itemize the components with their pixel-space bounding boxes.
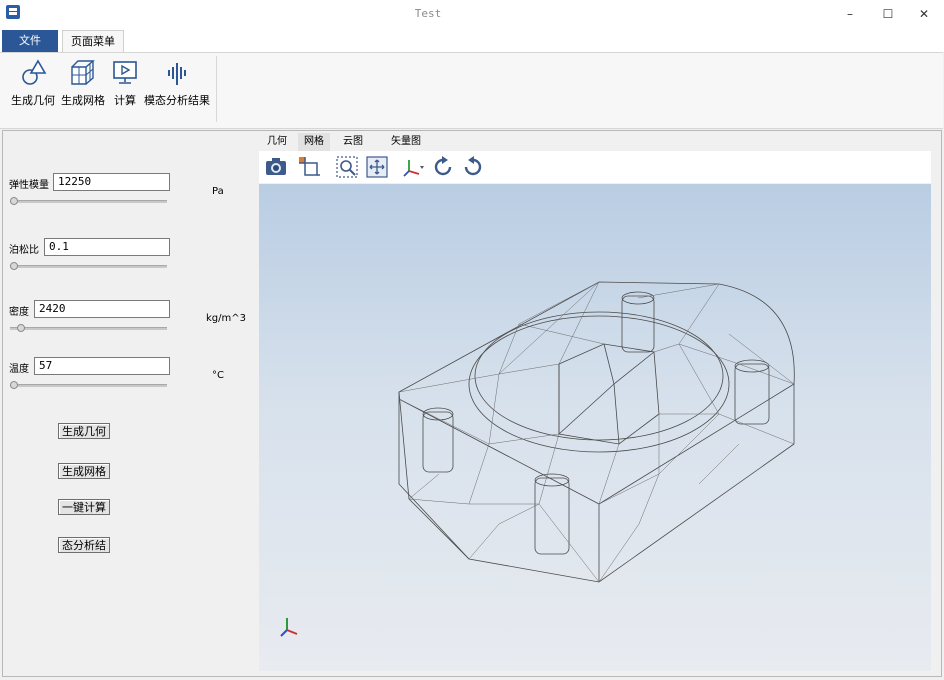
generate-geometry-button[interactable]: 生成几何 (58, 423, 110, 439)
ribbon-button-label: 计算 (114, 94, 136, 107)
mesh-wireframe (280, 281, 795, 637)
poisson-ratio-slider[interactable] (10, 265, 167, 268)
modal-bars-icon (168, 63, 186, 85)
compute-monitor-icon (113, 61, 137, 84)
elastic-modulus-slider-handle[interactable] (10, 197, 18, 205)
ribbon-tab-strip (0, 28, 944, 52)
rotate-cw-icon[interactable] (431, 155, 455, 179)
elastic-modulus-unit: Pa (212, 186, 224, 197)
viewer-toolbar (259, 151, 931, 183)
geometry-icon (22, 59, 47, 85)
window-title: Test (414, 7, 442, 20)
ribbon-button-label: 生成网格 (61, 94, 105, 107)
one-click-compute-button[interactable]: 一键计算 (58, 499, 110, 515)
density-slider-handle[interactable] (17, 324, 25, 332)
density-unit: kg/m^3 (206, 313, 246, 324)
3d-viewport[interactable] (259, 184, 931, 671)
param-label-poisson: 泊松比 (9, 245, 39, 256)
temperature-input[interactable]: 57 (34, 357, 170, 375)
ribbon-panel (0, 52, 943, 129)
fit-view-icon[interactable] (365, 155, 389, 179)
temperature-unit: °C (212, 370, 224, 381)
projection-icon[interactable] (297, 155, 321, 179)
mesh-cube-icon (71, 60, 95, 85)
temperature-slider-handle[interactable] (10, 381, 18, 389)
zoom-box-icon[interactable] (335, 155, 359, 179)
density-slider[interactable] (10, 327, 167, 330)
modal-analysis-result-button[interactable]: 态分析结 (58, 537, 110, 553)
elastic-modulus-input[interactable]: 12250 (53, 173, 170, 191)
poisson-ratio-slider-handle[interactable] (10, 262, 18, 270)
density-input[interactable]: 2420 (34, 300, 170, 318)
close-button[interactable]: ✕ (910, 4, 938, 24)
ribbon-separator (216, 56, 217, 122)
param-label-density: 密度 (9, 307, 29, 318)
view-tab-geometry[interactable]: 几何 (262, 133, 292, 151)
ribbon-modal-results-button[interactable]: 模态分析结果 (144, 56, 210, 118)
ribbon-compute-button[interactable]: 计算 (110, 56, 140, 118)
param-label-elastic-modulus: 弹性模量 (9, 180, 49, 191)
view-tab-vector[interactable]: 矢量图 (386, 133, 426, 151)
ribbon-generate-mesh-button[interactable]: 生成网格 (60, 56, 106, 118)
ribbon-generate-geometry-button[interactable]: 生成几何 (10, 56, 56, 118)
minimize-button[interactable]: – (836, 4, 864, 24)
tab-file[interactable]: 文件 (2, 30, 58, 52)
camera-icon[interactable] (264, 155, 288, 179)
rotate-ccw-icon[interactable] (461, 155, 485, 179)
ribbon-button-label: 模态分析结果 (144, 94, 210, 107)
temperature-slider[interactable] (10, 384, 167, 387)
view-tab-contour[interactable]: 云图 (337, 133, 369, 151)
param-label-temperature: 温度 (9, 364, 29, 375)
ribbon-button-label: 生成几何 (11, 94, 55, 107)
tab-page-menu[interactable]: 页面菜单 (62, 30, 124, 53)
axes-icon[interactable] (401, 155, 425, 179)
generate-mesh-button[interactable]: 生成网格 (58, 463, 110, 479)
elastic-modulus-slider[interactable] (10, 200, 167, 203)
poisson-ratio-input[interactable]: 0.1 (44, 238, 170, 256)
maximize-button[interactable]: ☐ (874, 4, 902, 24)
view-tab-mesh[interactable]: 网格 (298, 133, 330, 151)
